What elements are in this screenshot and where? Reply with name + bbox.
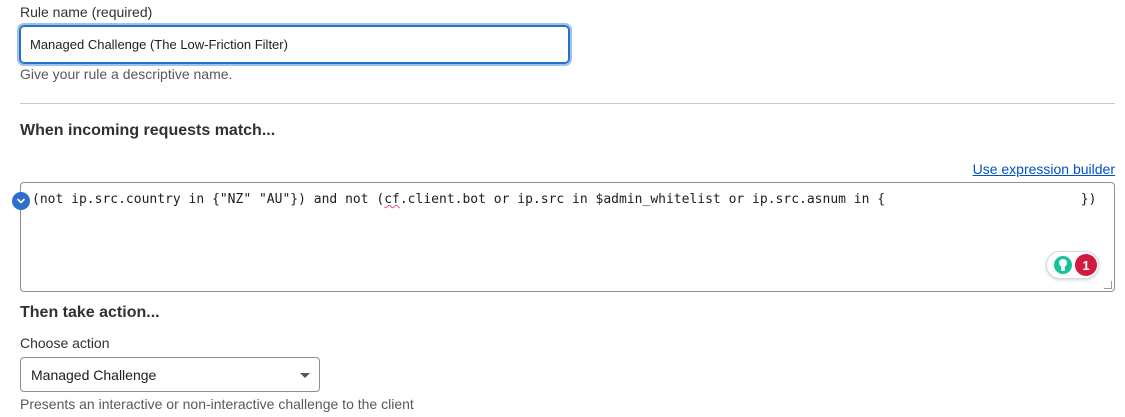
lightbulb-icon (1054, 256, 1072, 274)
flagged-word[interactable]: cf (384, 192, 400, 207)
use-expression-builder-link[interactable]: Use expression builder (973, 161, 1115, 177)
caret-down-icon (300, 373, 310, 378)
section-divider (20, 103, 1115, 104)
then-heading: Then take action... (20, 304, 160, 321)
expression-editor[interactable]: (not ip.src.country in {"NZ" "AU"}) and … (20, 182, 1115, 292)
rule-name-input[interactable] (17, 23, 572, 66)
expression-part-2: .client.bot or ip.src in $admin_whitelis… (399, 192, 1097, 207)
rule-name-helper: Give your rule a descriptive name. (20, 66, 233, 82)
chevron-down-glyph (17, 198, 25, 204)
resize-handle[interactable] (1104, 281, 1112, 289)
selected-action: Managed Challenge (31, 366, 157, 383)
grammar-assistant-widget[interactable]: 1 (1046, 251, 1099, 279)
action-helper: Presents an interactive or non-interacti… (20, 396, 414, 412)
waf-rule-form: Rule name (required) Give your rule a de… (0, 0, 1125, 417)
when-heading: When incoming requests match... (20, 122, 276, 139)
chevron-down-icon[interactable] (12, 192, 30, 210)
action-select[interactable]: Managed Challenge (20, 357, 320, 392)
issue-count-badge: 1 (1075, 254, 1097, 276)
choose-action-label: Choose action (20, 335, 110, 351)
expression-part-1: (not ip.src.country in {"NZ" "AU"}) and … (32, 192, 385, 207)
expression-text[interactable]: (not ip.src.country in {"NZ" "AU"}) and … (32, 192, 1096, 207)
rule-name-label: Rule name (required) (20, 4, 153, 20)
